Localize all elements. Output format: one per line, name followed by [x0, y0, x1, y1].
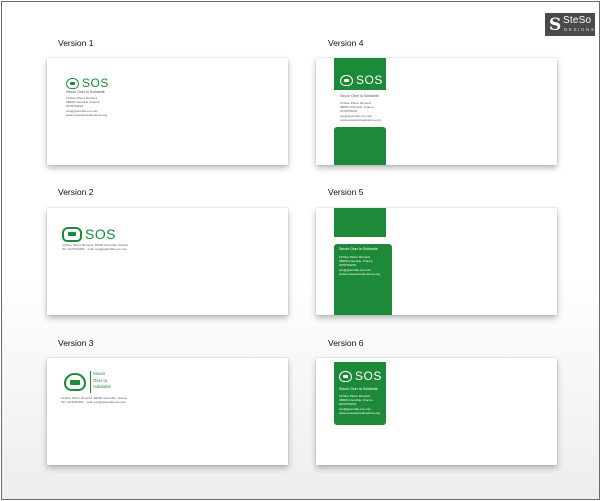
- sos-logo: SOS: [340, 73, 383, 87]
- sos-heart-icon: [66, 77, 79, 89]
- green-bottom-panel: [334, 127, 386, 165]
- version-5-label: Version 5: [328, 187, 364, 197]
- address-block: 10 Rue Pierre Démord 38000 Grenoble, Fra…: [340, 101, 381, 122]
- tagline-stacked: Savoir Oser la Solidarité: [93, 371, 111, 391]
- sos-heart-icon: [339, 370, 352, 382]
- tagline: Savoir Oser la Solidarité: [340, 94, 379, 98]
- sos-logo-text: SOS: [355, 369, 382, 383]
- contact-inline: Tel: 0476752201 · mail: sos@grenoble-em.…: [61, 400, 127, 405]
- envelope-version-4: SOS Savoir Oser la Solidarité 10 Rue Pie…: [316, 58, 557, 165]
- tagline: Savoir Oser la Solidarité: [66, 90, 105, 94]
- tagline: Savoir Oser la Solidarité: [339, 387, 378, 391]
- envelope-version-2: SOS 10 Rue Pierre Démord, 38000 Grenoble…: [47, 208, 288, 315]
- version-4-label: Version 4: [328, 38, 364, 48]
- address-block: 10 Rue Pierre Démord 38000 Grenoble, Fra…: [66, 96, 107, 117]
- address-block: 10 Rue Pierre Démord, 38000 Grenoble, Fr…: [62, 243, 128, 251]
- designer-logo: S SteSo DESIGNS: [545, 13, 595, 36]
- sos-heart-icon: [340, 74, 353, 86]
- address-line: www.enseasorteduneirme.org: [66, 112, 107, 117]
- address-block: 10 Rue Pierre Démord 38000 Grenoble, Fra…: [339, 255, 380, 276]
- version-1-label: Version 1: [58, 38, 94, 48]
- sos-heart-icon: [62, 226, 82, 242]
- version-6-label: Version 6: [328, 338, 364, 348]
- address-block: 10 Rue Pierre Démord, 38000 Grenoble, Fr…: [61, 396, 127, 404]
- presentation-canvas: S SteSo DESIGNS Version 1 SOS Savoir Ose…: [1, 1, 600, 500]
- designer-logo-name: SteSo: [563, 15, 592, 26]
- address-block: 10 Rue Pierre Démord 38000 Grenoble, Fra…: [339, 394, 380, 415]
- logo-divider: [90, 371, 91, 393]
- sos-logo: SOS: [62, 226, 116, 242]
- version-2-label: Version 2: [58, 187, 94, 197]
- contact-inline: Tel: 0476752201 · mail: sos@grenoble-em.…: [62, 247, 128, 252]
- tagline: Savoir Oser la Solidarité: [339, 247, 378, 251]
- designer-logo-sub: DESIGNS: [564, 27, 596, 32]
- envelope-version-1: SOS Savoir Oser la Solidarité 10 Rue Pie…: [47, 58, 288, 165]
- tagline-word: Solidarité: [93, 384, 111, 389]
- version-3-label: Version 3: [58, 338, 94, 348]
- envelope-version-6: SOS Savoir Oser la Solidarité 10 Rue Pie…: [316, 358, 557, 465]
- sos-logo-text: SOS: [356, 73, 383, 87]
- address-line: www.enseasorteduneirme.org: [340, 117, 381, 122]
- envelope-version-3: Savoir Oser la Solidarité 10 Rue Pierre …: [47, 358, 288, 465]
- green-top-band: [334, 208, 386, 237]
- sos-logo-text: SOS: [82, 76, 109, 90]
- sos-logo: SOS: [339, 369, 382, 383]
- address-line: www.enseasorteduneirme.org: [339, 410, 380, 415]
- envelope-version-5: Savoir Oser la Solidarité 10 Rue Pierre …: [316, 208, 557, 315]
- designer-logo-mark: S: [549, 15, 562, 35]
- sos-logo-text: SOS: [85, 226, 117, 242]
- sos-heart-icon: [64, 373, 86, 391]
- address-line: www.enseasorteduneirme.org: [339, 271, 380, 276]
- sos-logo: SOS: [66, 76, 109, 90]
